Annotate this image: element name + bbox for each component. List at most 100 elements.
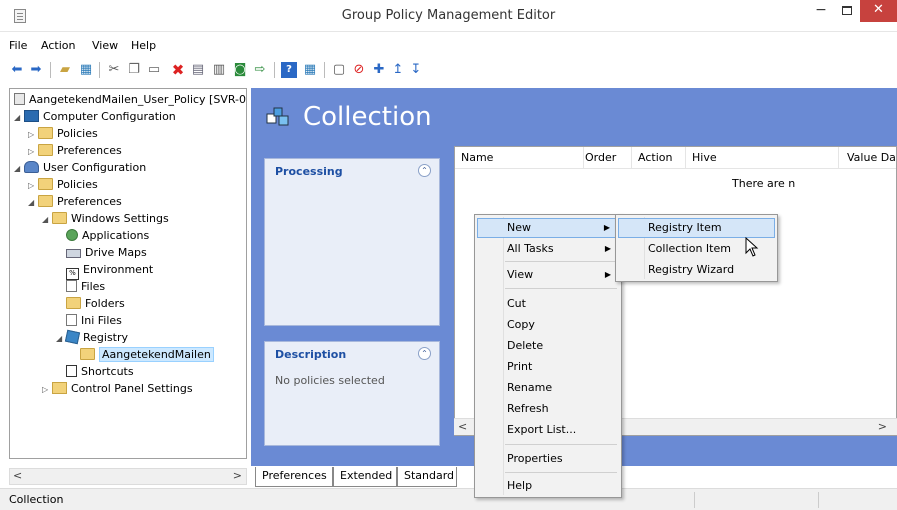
tree-cc-policies[interactable]: ▷ Policies [28,125,98,142]
submenu-item-registry-item[interactable]: Registry Item [618,218,775,238]
expand-icon[interactable]: ▷ [28,126,38,143]
column-name[interactable]: Name [461,151,493,164]
add-icon[interactable]: ✚ [371,62,387,78]
minimize-button[interactable]: − [808,0,834,22]
close-button[interactable]: ✕ [860,0,897,22]
tree-shortcuts[interactable]: Shortcuts [66,363,134,380]
tree-control-panel[interactable]: ▷ Control Panel Settings [42,380,193,397]
menu-item-copy[interactable]: Copy [477,315,619,335]
scroll-right-icon[interactable]: > [878,420,887,433]
tree-windows-settings[interactable]: ◢ Windows Settings [42,210,169,227]
collapse-icon[interactable]: ◢ [28,194,38,211]
cut-icon[interactable]: ✂ [106,62,122,78]
disable-icon[interactable]: ⊘ [351,62,367,78]
menu-item-refresh[interactable]: Refresh [477,399,619,419]
tree-cc-preferences[interactable]: ▷ Preferences [28,142,122,159]
tree-user-config[interactable]: ◢ User Configuration [14,159,146,176]
scroll-left-icon[interactable]: < [13,469,22,482]
folder-icon [38,178,53,190]
tree-drive-maps[interactable]: Drive Maps [66,244,147,261]
submenu-item-registry-wizard[interactable]: Registry Wizard [618,260,775,280]
delete-icon[interactable]: ✖ [170,62,186,78]
properties-icon[interactable]: ▤ [190,62,206,78]
computer-icon [24,110,39,122]
collapse-icon[interactable]: ◢ [14,160,24,177]
submenu-arrow-icon: ▶ [604,270,611,279]
menu-bar: File Action View Help [0,36,897,56]
menu-item-help[interactable]: Help [477,476,619,496]
tab-preferences[interactable]: Preferences [255,467,333,487]
folder-icon [80,348,95,360]
column-action[interactable]: Action [638,151,672,164]
refresh-icon[interactable]: ◙ [232,62,248,78]
page-title: Collection [303,102,432,132]
menu-item-view[interactable]: View ▶ [477,265,619,285]
tree-environment[interactable]: % Environment [66,261,153,280]
maximize-icon [842,6,852,15]
tree-files[interactable]: Files [66,278,105,295]
menu-file[interactable]: File [9,39,27,52]
collapse-icon[interactable]: ◢ [14,109,24,126]
menu-item-delete[interactable]: Delete [477,336,619,356]
toolbar: ⬅ ➡ ▰ ▦ ✂ ❐ ▭ ✖ ▤ ▥ ◙ ⇨ ? ▦ ▢ ⊘ ✚ ↥ ↧ [0,57,897,83]
move-up-icon[interactable]: ↥ [390,62,406,78]
tab-standard[interactable]: Standard [397,467,457,487]
tree-uc-policies[interactable]: ▷ Policies [28,176,98,193]
title-bar: Group Policy Management Editor − ✕ [0,0,897,32]
copy-icon[interactable]: ❐ [126,62,142,78]
forward-arrow-icon[interactable]: ➡ [28,62,44,78]
move-down-icon[interactable]: ↧ [408,62,424,78]
menu-item-properties[interactable]: Properties [477,449,619,469]
collapse-chevron-icon[interactable]: ⌃ [418,164,431,177]
tree-horizontal-scrollbar[interactable]: < > [9,468,247,485]
scroll-left-icon[interactable]: < [458,420,467,433]
menu-view[interactable]: View [92,39,118,52]
menu-item-cut[interactable]: Cut [477,294,619,314]
tree-registry[interactable]: ◢ Registry [56,329,128,346]
tree-computer-config[interactable]: ◢ Computer Configuration [14,108,176,125]
menu-item-new[interactable]: New ▶ [477,218,619,238]
processing-panel: Processing ⌃ [264,158,440,326]
help-icon[interactable]: ? [281,62,297,78]
scroll-right-icon[interactable]: > [233,469,242,482]
description-text: No policies selected [275,374,385,387]
menu-help[interactable]: Help [131,39,156,52]
column-hive[interactable]: Hive [692,151,717,164]
applications-icon [66,229,78,241]
expand-icon[interactable]: ▷ [28,143,38,160]
expand-icon[interactable]: ▷ [28,177,38,194]
paste-icon[interactable]: ▭ [146,62,162,78]
new-item-icon[interactable]: ▢ [331,62,347,78]
tree-applications[interactable]: Applications [66,227,149,244]
print-icon[interactable]: ▥ [211,62,227,78]
description-panel: Description ⌃ No policies selected [264,341,440,446]
tree-folders[interactable]: Folders [66,295,125,312]
column-order[interactable]: Order [585,151,616,164]
menu-item-export-list[interactable]: Export List... [477,420,619,440]
export-icon[interactable]: ⇨ [252,62,268,78]
show-hide-tree-icon[interactable]: ▦ [78,62,94,78]
tree-uc-preferences[interactable]: ◢ Preferences [28,193,122,210]
up-folder-icon[interactable]: ▰ [57,62,73,78]
collapse-chevron-icon[interactable]: ⌃ [418,347,431,360]
menu-item-all-tasks[interactable]: All Tasks ▶ [477,239,619,259]
menu-item-print[interactable]: Print [477,357,619,377]
expand-icon[interactable]: ▷ [42,381,52,398]
control-panel-icon [52,382,67,394]
tree-root[interactable]: AangetekendMailen_User_Policy [SVR-001 [14,91,246,108]
back-arrow-icon[interactable]: ⬅ [9,62,25,78]
shortcut-icon [66,365,77,377]
details-icon[interactable]: ▦ [302,62,318,78]
collapse-icon[interactable]: ◢ [42,211,52,228]
processing-header: Processing [275,165,343,178]
column-value-data[interactable]: Value Da [847,151,896,164]
folder-icon [52,212,67,224]
maximize-button[interactable] [834,0,860,22]
tree-ini-files[interactable]: Ini Files [66,312,122,329]
menu-action[interactable]: Action [41,39,75,52]
window-title: Group Policy Management Editor [341,8,556,23]
submenu-arrow-icon: ▶ [603,223,610,232]
tab-extended[interactable]: Extended [333,467,397,487]
tree-collection-selected[interactable]: AangetekendMailen [80,346,214,363]
menu-item-rename[interactable]: Rename [477,378,619,398]
